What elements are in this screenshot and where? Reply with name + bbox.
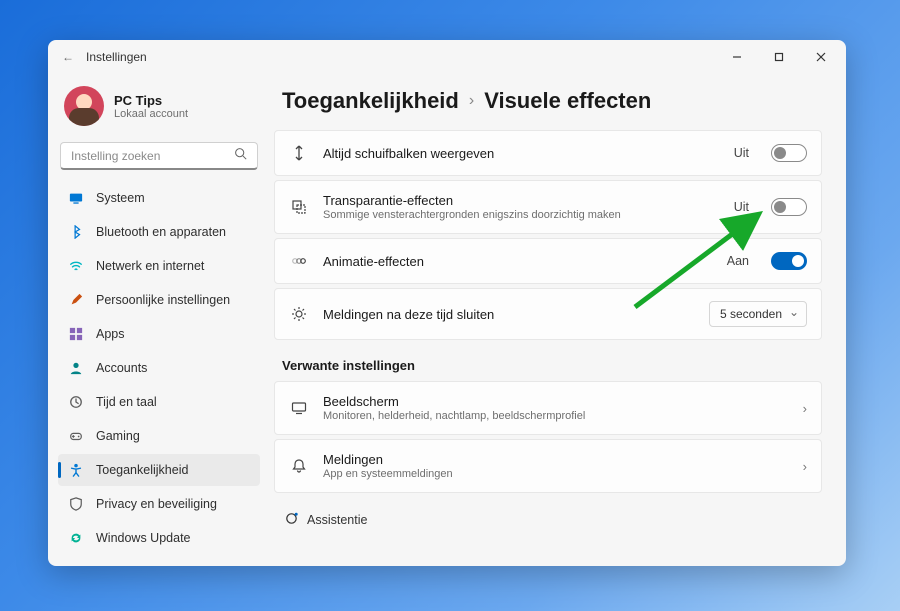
related-header: Verwante instellingen xyxy=(282,358,822,373)
select-value: 5 seconden xyxy=(720,307,782,321)
transparency-icon xyxy=(289,197,309,217)
related-sub: App en systeemmeldingen xyxy=(323,468,789,480)
sidebar-item-label: Windows Update xyxy=(96,531,191,545)
sidebar-item-label: Apps xyxy=(96,327,125,341)
toggle-scrollbars[interactable] xyxy=(771,144,807,162)
brightness-icon xyxy=(289,304,309,324)
toggle-state: Aan xyxy=(727,254,749,268)
setting-title: Transparantie-effecten xyxy=(323,193,720,208)
system-icon xyxy=(68,190,84,206)
titlebar: ← Instellingen xyxy=(48,40,846,74)
shield-icon xyxy=(68,496,84,512)
toggle-state: Uit xyxy=(734,146,749,160)
maximize-button[interactable] xyxy=(758,40,800,74)
apps-icon xyxy=(68,326,84,342)
setting-title: Altijd schuifbalken weergeven xyxy=(323,146,720,161)
clock-icon xyxy=(68,394,84,410)
related-display[interactable]: Beeldscherm Monitoren, helderheid, nacht… xyxy=(274,381,822,435)
sidebar-item-bluetooth[interactable]: Bluetooth en apparaten xyxy=(58,216,260,248)
sidebar-item-update[interactable]: Windows Update xyxy=(58,522,260,554)
help-link[interactable]: Assistentie xyxy=(274,497,822,537)
wifi-icon xyxy=(68,258,84,274)
search-input[interactable] xyxy=(71,149,234,163)
user-name: PC Tips xyxy=(114,93,188,108)
sidebar-item-system[interactable]: Systeem xyxy=(58,182,260,214)
nav-list: Systeem Bluetooth en apparaten Netwerk e… xyxy=(58,182,260,554)
setting-animation[interactable]: Animatie-effecten Aan xyxy=(274,238,822,284)
sidebar-item-gaming[interactable]: Gaming xyxy=(58,420,260,452)
sidebar-item-label: Accounts xyxy=(96,361,147,375)
search-box[interactable] xyxy=(60,142,258,170)
sidebar-item-apps[interactable]: Apps xyxy=(58,318,260,350)
breadcrumb: Toegankelijkheid › Visuele effecten xyxy=(274,84,822,130)
sidebar-item-label: Persoonlijke instellingen xyxy=(96,293,230,307)
avatar xyxy=(64,86,104,126)
toggle-animation[interactable] xyxy=(771,252,807,270)
search-icon xyxy=(234,147,247,165)
sidebar-item-label: Tijd en taal xyxy=(96,395,157,409)
timeout-select[interactable]: 5 seconden xyxy=(709,301,807,327)
sidebar-item-label: Gaming xyxy=(96,429,140,443)
sidebar-item-time[interactable]: Tijd en taal xyxy=(58,386,260,418)
sidebar-item-label: Bluetooth en apparaten xyxy=(96,225,226,239)
breadcrumb-parent[interactable]: Toegankelijkheid xyxy=(282,88,459,114)
sidebar-item-network[interactable]: Netwerk en internet xyxy=(58,250,260,282)
bluetooth-icon xyxy=(68,224,84,240)
help-label: Assistentie xyxy=(307,513,367,527)
help-icon xyxy=(284,511,299,529)
sidebar: PC Tips Lokaal account Systeem xyxy=(48,74,270,566)
setting-scrollbars[interactable]: Altijd schuifbalken weergeven Uit xyxy=(274,130,822,176)
minimize-button[interactable] xyxy=(716,40,758,74)
related-notifications[interactable]: Meldingen App en systeemmeldingen › xyxy=(274,439,822,493)
chevron-right-icon: › xyxy=(803,459,807,474)
sidebar-item-label: Toegankelijkheid xyxy=(96,463,188,477)
related-title: Beeldscherm xyxy=(323,394,789,409)
related-title: Meldingen xyxy=(323,452,789,467)
bell-icon xyxy=(289,456,309,476)
accessibility-icon xyxy=(68,462,84,478)
setting-subtitle: Sommige vensterachtergronden enigszins d… xyxy=(323,209,720,221)
display-icon xyxy=(289,398,309,418)
sidebar-item-privacy[interactable]: Privacy en beveiliging xyxy=(58,488,260,520)
setting-transparency[interactable]: Transparantie-effecten Sommige vensterac… xyxy=(274,180,822,234)
accounts-icon xyxy=(68,360,84,376)
related-sub: Monitoren, helderheid, nachtlamp, beelds… xyxy=(323,410,789,422)
sidebar-item-label: Systeem xyxy=(96,191,145,205)
sidebar-item-personalization[interactable]: Persoonlijke instellingen xyxy=(58,284,260,316)
brush-icon xyxy=(68,292,84,308)
close-button[interactable] xyxy=(800,40,842,74)
window-title: Instellingen xyxy=(86,50,147,64)
setting-title: Meldingen na deze tijd sluiten xyxy=(323,307,695,322)
main-content: Toegankelijkheid › Visuele effecten Alti… xyxy=(270,74,846,566)
toggle-transparency[interactable] xyxy=(771,198,807,216)
user-subtitle: Lokaal account xyxy=(114,108,188,120)
sidebar-item-accessibility[interactable]: Toegankelijkheid xyxy=(58,454,260,486)
animation-icon xyxy=(289,251,309,271)
back-icon[interactable]: ← xyxy=(62,50,74,64)
chevron-right-icon: › xyxy=(803,401,807,416)
scrollbar-icon xyxy=(289,143,309,163)
breadcrumb-current: Visuele effecten xyxy=(484,88,651,114)
toggle-state: Uit xyxy=(734,200,749,214)
settings-window: ← Instellingen PC Tips Lokaal account xyxy=(48,40,846,566)
sidebar-item-label: Netwerk en internet xyxy=(96,259,204,273)
update-icon xyxy=(68,530,84,546)
gaming-icon xyxy=(68,428,84,444)
chevron-right-icon: › xyxy=(469,92,474,110)
setting-title: Animatie-effecten xyxy=(323,254,713,269)
setting-notifications-timeout[interactable]: Meldingen na deze tijd sluiten 5 seconde… xyxy=(274,288,822,340)
sidebar-item-label: Privacy en beveiliging xyxy=(96,497,217,511)
user-block[interactable]: PC Tips Lokaal account xyxy=(58,80,260,140)
sidebar-item-accounts[interactable]: Accounts xyxy=(58,352,260,384)
